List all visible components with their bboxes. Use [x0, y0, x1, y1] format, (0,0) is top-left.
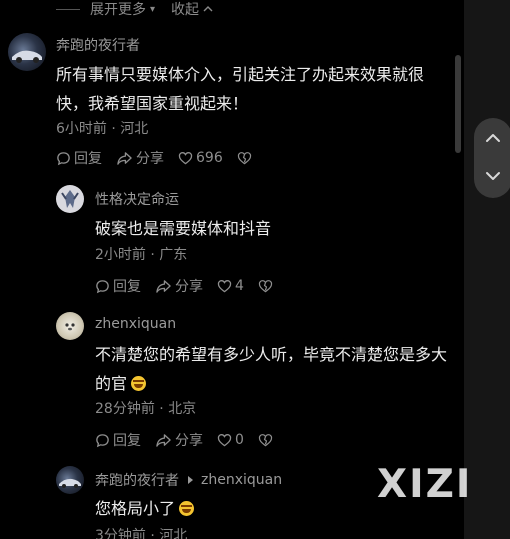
share-label: 分享 [175, 433, 203, 449]
expand-collapse-row: 展开更多 ▾ 收起 [56, 0, 213, 18]
dislike-button[interactable] [258, 279, 276, 293]
comments-panel: 展开更多 ▾ 收起 奔跑的夜行者 所有事情只要媒体介入，引起关注了办起来效果就很… [0, 0, 464, 539]
reply-button[interactable]: 回复 [56, 148, 102, 168]
comment-text: 所有事情只要媒体介入，引起关注了办起来效果就很快，我希望国家重视起来！ [56, 65, 425, 113]
like-count: 696 [196, 150, 223, 166]
comment-location: 河北 [159, 528, 188, 539]
laugh-emoji-icon [179, 501, 195, 516]
chevron-down-icon [486, 172, 500, 180]
meta-separator: · [154, 401, 169, 417]
heart-icon [217, 280, 232, 293]
share-label: 分享 [136, 151, 164, 167]
comment-location: 北京 [168, 401, 197, 417]
avatar[interactable] [56, 466, 84, 494]
comment-time: 2小时前 [95, 247, 146, 263]
comment-time: 6小时前 [56, 121, 107, 137]
comment-reply-header: 奔跑的夜行者 zhenxiquan [95, 470, 282, 490]
like-count: 0 [235, 432, 244, 448]
avatar-car-image [12, 50, 42, 63]
comment-text-content: 不清楚您的希望有多少人听，毕竟不清楚您是多大的官 [95, 345, 448, 393]
comment-location: 河北 [120, 121, 149, 137]
share-label: 分享 [175, 279, 203, 295]
comment-text: 不清楚您的希望有多少人听，毕竟不清楚您是多大的官 [95, 340, 455, 398]
like-button[interactable]: 696 [178, 150, 223, 166]
dislike-heart-icon [237, 152, 251, 165]
dislike-button[interactable] [258, 433, 276, 447]
comment-actions: 回复 分享 696 [56, 148, 269, 168]
avatar[interactable] [56, 312, 84, 340]
reply-label: 回复 [113, 433, 141, 449]
comment-location: 广东 [159, 247, 188, 263]
avatar-car-image [59, 478, 81, 488]
heart-icon [178, 152, 193, 165]
comment-text: 您格局小了 [95, 494, 395, 523]
comment-text-content: 您格局小了 [95, 499, 176, 518]
reply-button[interactable]: 回复 [95, 430, 141, 450]
dislike-heart-icon [258, 434, 273, 447]
share-arrow-icon [156, 279, 171, 293]
comment-username[interactable]: 奔跑的夜行者 [56, 35, 140, 55]
reply-bubble-icon [57, 151, 70, 165]
comment-meta: 3分钟前 · 河北 [95, 525, 187, 539]
collapse-button[interactable]: 收起 [171, 0, 199, 19]
reply-button[interactable]: 回复 [95, 276, 141, 296]
comment-meta: 6小时前 · 河北 [56, 118, 148, 138]
reply-bubble-icon [96, 433, 109, 447]
dislike-button[interactable] [237, 151, 255, 165]
like-button[interactable]: 4 [217, 278, 244, 294]
share-arrow-icon [117, 151, 132, 165]
meta-separator: · [106, 121, 121, 137]
reply-to-username[interactable]: zhenxiquan [201, 472, 282, 488]
avatar-figure-image [61, 190, 79, 208]
comment-actions: 回复 分享 4 [95, 276, 290, 296]
share-button[interactable]: 分享 [155, 430, 203, 450]
comment-username[interactable]: 性格决定命运 [95, 189, 179, 209]
laugh-emoji-icon [131, 376, 147, 391]
comment-username[interactable]: 奔跑的夜行者 [95, 470, 179, 490]
chevron-down-icon: ▾ [150, 3, 156, 15]
previous-video-button[interactable] [483, 128, 503, 148]
share-arrow-icon [156, 433, 171, 447]
reply-label: 回复 [113, 279, 141, 295]
reply-bubble-icon [96, 279, 109, 293]
side-panel [464, 0, 510, 539]
chevron-up-icon [486, 134, 500, 142]
like-count: 4 [235, 278, 244, 294]
comment-text: 破案也是需要媒体和抖音 [95, 219, 272, 238]
divider-line [56, 8, 80, 10]
watermark-logo: XIZI [377, 462, 473, 507]
comment-time: 3分钟前 [95, 528, 146, 539]
play-triangle-icon [188, 476, 193, 484]
video-nav-pill [474, 118, 510, 198]
dislike-heart-icon [258, 280, 273, 293]
reply-label: 回复 [74, 151, 102, 167]
comment-username[interactable]: zhenxiquan [95, 316, 176, 332]
chevron-up-icon [203, 6, 213, 12]
meta-separator: · [145, 528, 160, 539]
next-video-button[interactable] [483, 166, 503, 186]
scrollbar-thumb[interactable] [455, 55, 461, 153]
share-button[interactable]: 分享 [116, 148, 164, 168]
avatar[interactable] [8, 33, 46, 71]
expand-more-button[interactable]: 展开更多 [90, 0, 146, 19]
avatar[interactable] [56, 185, 84, 213]
avatar-pet-image [65, 323, 75, 331]
comment-meta: 2小时前 · 广东 [95, 244, 187, 264]
share-button[interactable]: 分享 [155, 276, 203, 296]
comment-meta: 28分钟前 · 北京 [95, 398, 196, 418]
comment-time: 28分钟前 [95, 401, 155, 417]
like-button[interactable]: 0 [217, 432, 244, 448]
meta-separator: · [145, 247, 160, 263]
comment-actions: 回复 分享 0 [95, 430, 290, 450]
heart-icon [217, 434, 232, 447]
